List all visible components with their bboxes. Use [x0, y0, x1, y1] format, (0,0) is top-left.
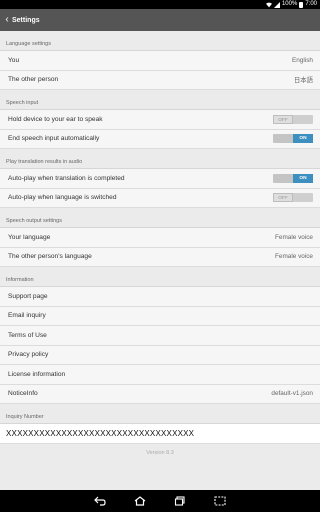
row-value: default-v1.json: [271, 390, 313, 398]
section-header-inquiry-number: Inquiry Number: [0, 404, 320, 424]
navigation-bar: [0, 490, 320, 512]
recents-icon[interactable]: [174, 495, 186, 507]
section-header-language: Language settings: [0, 31, 320, 51]
row-hold-to-ear[interactable]: Hold device to your ear to speak OFF: [0, 110, 320, 130]
app-bar: ‹ Settings: [0, 9, 320, 31]
row-end-speech-auto[interactable]: End speech input automatically ON: [0, 129, 320, 149]
row-label: Support page: [8, 292, 48, 300]
row-label: Hold device to your ear to speak: [8, 115, 103, 123]
row-your-language-voice[interactable]: Your language Female voice: [0, 228, 320, 248]
row-value: English: [292, 56, 313, 64]
row-label: Auto-play when translation is completed: [8, 174, 125, 182]
row-autoplay-completed[interactable]: Auto-play when translation is completed …: [0, 169, 320, 189]
toggle-knob: OFF: [273, 193, 293, 203]
row-other-language[interactable]: The other person 日本語: [0, 70, 320, 90]
row-label: Your language: [8, 233, 51, 241]
toggle-knob: ON: [293, 173, 313, 183]
hold-to-ear-toggle[interactable]: OFF: [273, 114, 313, 124]
row-label: The other person: [8, 76, 59, 84]
row-label: License information: [8, 370, 66, 378]
signal-icon: [273, 1, 280, 8]
row-notice-info[interactable]: NoticeInfo default-v1.json: [0, 384, 320, 404]
section-header-information: Information: [0, 267, 320, 287]
home-icon[interactable]: [134, 495, 146, 507]
app-version: Version 8.3: [146, 450, 174, 456]
back-icon[interactable]: [94, 495, 106, 507]
row-autoplay-switched[interactable]: Auto-play when language is switched OFF: [0, 188, 320, 208]
row-label: Terms of Use: [8, 331, 47, 339]
row-value: 日本語: [293, 77, 313, 85]
row-support-page[interactable]: Support page: [0, 287, 320, 307]
row-license-information[interactable]: License information: [0, 365, 320, 385]
settings-list[interactable]: Language settings You English The other …: [0, 31, 320, 490]
row-label: End speech input automatically: [8, 135, 100, 143]
row-label: NoticeInfo: [8, 390, 38, 398]
chevron-left-icon[interactable]: ‹: [2, 9, 12, 31]
row-label: Email inquiry: [8, 312, 46, 320]
section-header-play-translation: Play translation results in audio: [0, 149, 320, 169]
toggle-knob: OFF: [273, 114, 293, 124]
status-bar-right: 100% 7:00: [265, 1, 317, 8]
end-speech-auto-toggle[interactable]: ON: [273, 134, 313, 144]
row-label: The other person's language: [8, 253, 92, 261]
wifi-icon: [265, 2, 272, 7]
toggle-knob: ON: [293, 134, 313, 144]
status-time: 7:00: [305, 1, 317, 7]
row-terms-of-use[interactable]: Terms of Use: [0, 326, 320, 346]
row-label: Auto-play when language is switched: [8, 194, 117, 202]
row-value: Female voice: [274, 233, 313, 241]
status-bar: 100% 7:00: [0, 0, 320, 9]
row-value: Female voice: [274, 253, 313, 261]
section-header-speech-output: Speech output settings: [0, 208, 320, 228]
row-you-language[interactable]: You English: [0, 51, 320, 71]
section-header-speech-input: Speech input: [0, 90, 320, 110]
page-title: Settings: [12, 16, 40, 24]
row-other-language-voice[interactable]: The other person's language Female voice: [0, 247, 320, 267]
autoplay-completed-toggle[interactable]: ON: [273, 173, 313, 183]
screenshot-icon[interactable]: [214, 495, 226, 507]
row-label: You: [8, 56, 20, 64]
row-privacy-policy[interactable]: Privacy policy: [0, 345, 320, 365]
battery-percent: 100%: [281, 1, 298, 7]
row-email-inquiry[interactable]: Email inquiry: [0, 306, 320, 326]
battery-icon: [299, 1, 304, 8]
inquiry-number-value: XXXXXXXXXXXXXXXXXXXXXXXXXXXXXXXXXX: [0, 424, 320, 444]
autoplay-switched-toggle[interactable]: OFF: [273, 193, 313, 203]
row-label: Privacy policy: [8, 351, 49, 359]
